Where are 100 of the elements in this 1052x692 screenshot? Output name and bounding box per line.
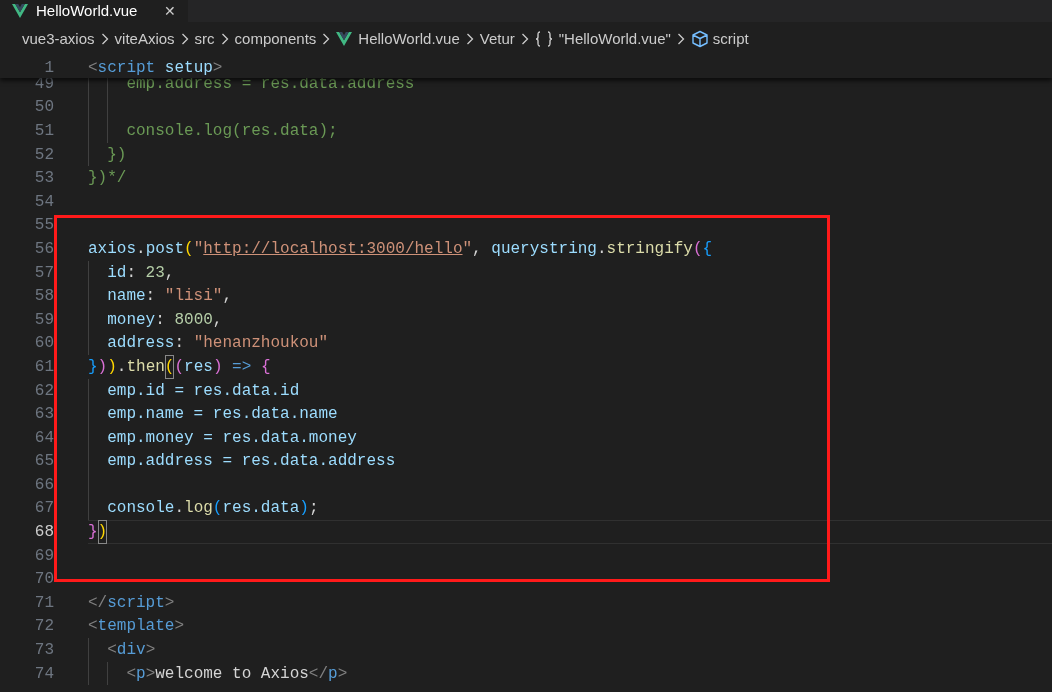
code-token: p xyxy=(328,663,338,685)
code-token: then xyxy=(126,356,165,378)
code-token: console xyxy=(107,498,175,520)
code-token: post xyxy=(145,238,185,260)
breadcrumb-item[interactable]: HelloWorld.vue xyxy=(358,27,460,51)
code-token: log xyxy=(184,498,213,520)
code-token: => xyxy=(231,356,253,378)
line-number: 54 xyxy=(33,191,55,213)
line-number: 70 xyxy=(33,569,55,591)
line-number: 60 xyxy=(33,333,55,355)
code-token: : xyxy=(145,286,157,308)
code-token: ( xyxy=(212,498,223,520)
line-number: 51 xyxy=(33,121,55,142)
code-token: money xyxy=(107,309,156,331)
code-token: address xyxy=(107,333,175,355)
code-comment: console.log(res.data); xyxy=(126,121,338,142)
line-number: 68 xyxy=(33,522,55,544)
code-token: emp.name = res.data.name xyxy=(107,404,338,426)
code-token: > xyxy=(174,616,185,638)
code-token: . xyxy=(596,238,607,260)
v-logo-icon xyxy=(12,4,28,18)
code-token: ) xyxy=(107,356,117,378)
code-token: < xyxy=(88,616,98,638)
code-token: : xyxy=(126,262,137,284)
code-token: ) xyxy=(212,356,223,378)
breadcrumb-item[interactable]: vue3-axios xyxy=(22,27,95,51)
code-token: { xyxy=(702,238,713,260)
code-token: : xyxy=(174,333,186,355)
code-token: ; xyxy=(308,498,319,520)
chevron-icon xyxy=(100,33,109,45)
code-token: } xyxy=(88,522,98,544)
code-token: ( xyxy=(692,238,703,260)
code-token: < xyxy=(88,57,98,79)
line-number: 50 xyxy=(33,97,55,119)
chevron-icon xyxy=(676,33,685,45)
breadcrumb-item[interactable]: components xyxy=(234,27,317,51)
code-token: > xyxy=(164,592,175,614)
line-number: 1 xyxy=(43,57,55,78)
code-token: welcome to Axios xyxy=(155,663,309,685)
code-token: name xyxy=(107,286,146,308)
code-token: emp.id = res.data.id xyxy=(107,380,300,402)
tab-label: HelloWorld.vue xyxy=(36,0,138,21)
chevron-icon xyxy=(520,33,529,45)
code-token: > xyxy=(337,663,348,685)
code-token: < xyxy=(107,640,117,662)
code-token: emp.address = res.data.address xyxy=(107,451,396,473)
code-token: ) xyxy=(97,356,108,378)
code-token: . xyxy=(136,238,146,260)
breadcrumb-item[interactable]: "HelloWorld.vue" xyxy=(558,27,671,51)
code-token: id xyxy=(107,262,127,284)
breadcrumb-item[interactable]: viteAxios xyxy=(114,27,175,51)
code-token: . xyxy=(174,498,185,520)
breadcrumb-item[interactable]: src xyxy=(194,27,215,51)
code-token: 8000 xyxy=(174,309,213,331)
close-button[interactable]: ✕ xyxy=(164,0,176,22)
line-number: 73 xyxy=(33,640,55,662)
code-token: ( xyxy=(184,238,194,260)
code-token: " xyxy=(193,238,204,260)
line-number: 72 xyxy=(33,616,55,638)
line-number: 58 xyxy=(33,286,55,308)
line-number: 69 xyxy=(33,545,55,567)
code-token: > xyxy=(145,640,156,662)
line-number: 55 xyxy=(33,215,55,237)
code-token: , xyxy=(472,238,483,260)
code-token: </ xyxy=(308,663,329,685)
code-token: emp.money = res.data.money xyxy=(107,427,357,449)
code-token: script xyxy=(107,592,165,614)
code-token: querystring xyxy=(491,238,597,260)
breadcrumb-item[interactable]: script xyxy=(712,27,749,51)
chevron-icon xyxy=(465,33,474,45)
code-token: > xyxy=(145,663,156,685)
breadcrumb-item[interactable]: Vetur xyxy=(479,27,515,51)
line-number: 65 xyxy=(33,451,55,473)
code-token: } xyxy=(88,356,98,378)
line-number: 63 xyxy=(33,404,55,426)
code-token: p xyxy=(136,663,146,685)
code-token: template xyxy=(97,616,175,638)
braces-icon xyxy=(534,31,553,47)
line-number: 62 xyxy=(33,380,55,402)
code-token: < xyxy=(126,663,136,685)
line-number: 57 xyxy=(33,262,55,284)
line-number: 59 xyxy=(33,309,55,331)
code-token: div xyxy=(116,640,146,662)
cube-icon xyxy=(690,30,709,48)
code-comment: }) xyxy=(107,144,127,166)
chevron-icon xyxy=(322,33,331,45)
editor-tab[interactable]: HelloWorld.vue ✕ xyxy=(0,0,188,22)
line-number: 66 xyxy=(33,474,55,496)
code-token: : xyxy=(155,309,166,331)
chevron-icon xyxy=(180,33,189,45)
code-token: stringify xyxy=(606,238,693,260)
code-token: , xyxy=(164,262,175,284)
code-token: { xyxy=(260,356,271,378)
code-comment: })*/ xyxy=(88,168,127,190)
code-token: ( xyxy=(174,356,185,378)
code-token: , xyxy=(222,286,233,308)
code-token: ) xyxy=(299,498,309,520)
code-token: res.data xyxy=(222,498,300,520)
code-token: res xyxy=(184,356,213,378)
line-number: 71 xyxy=(33,592,55,614)
